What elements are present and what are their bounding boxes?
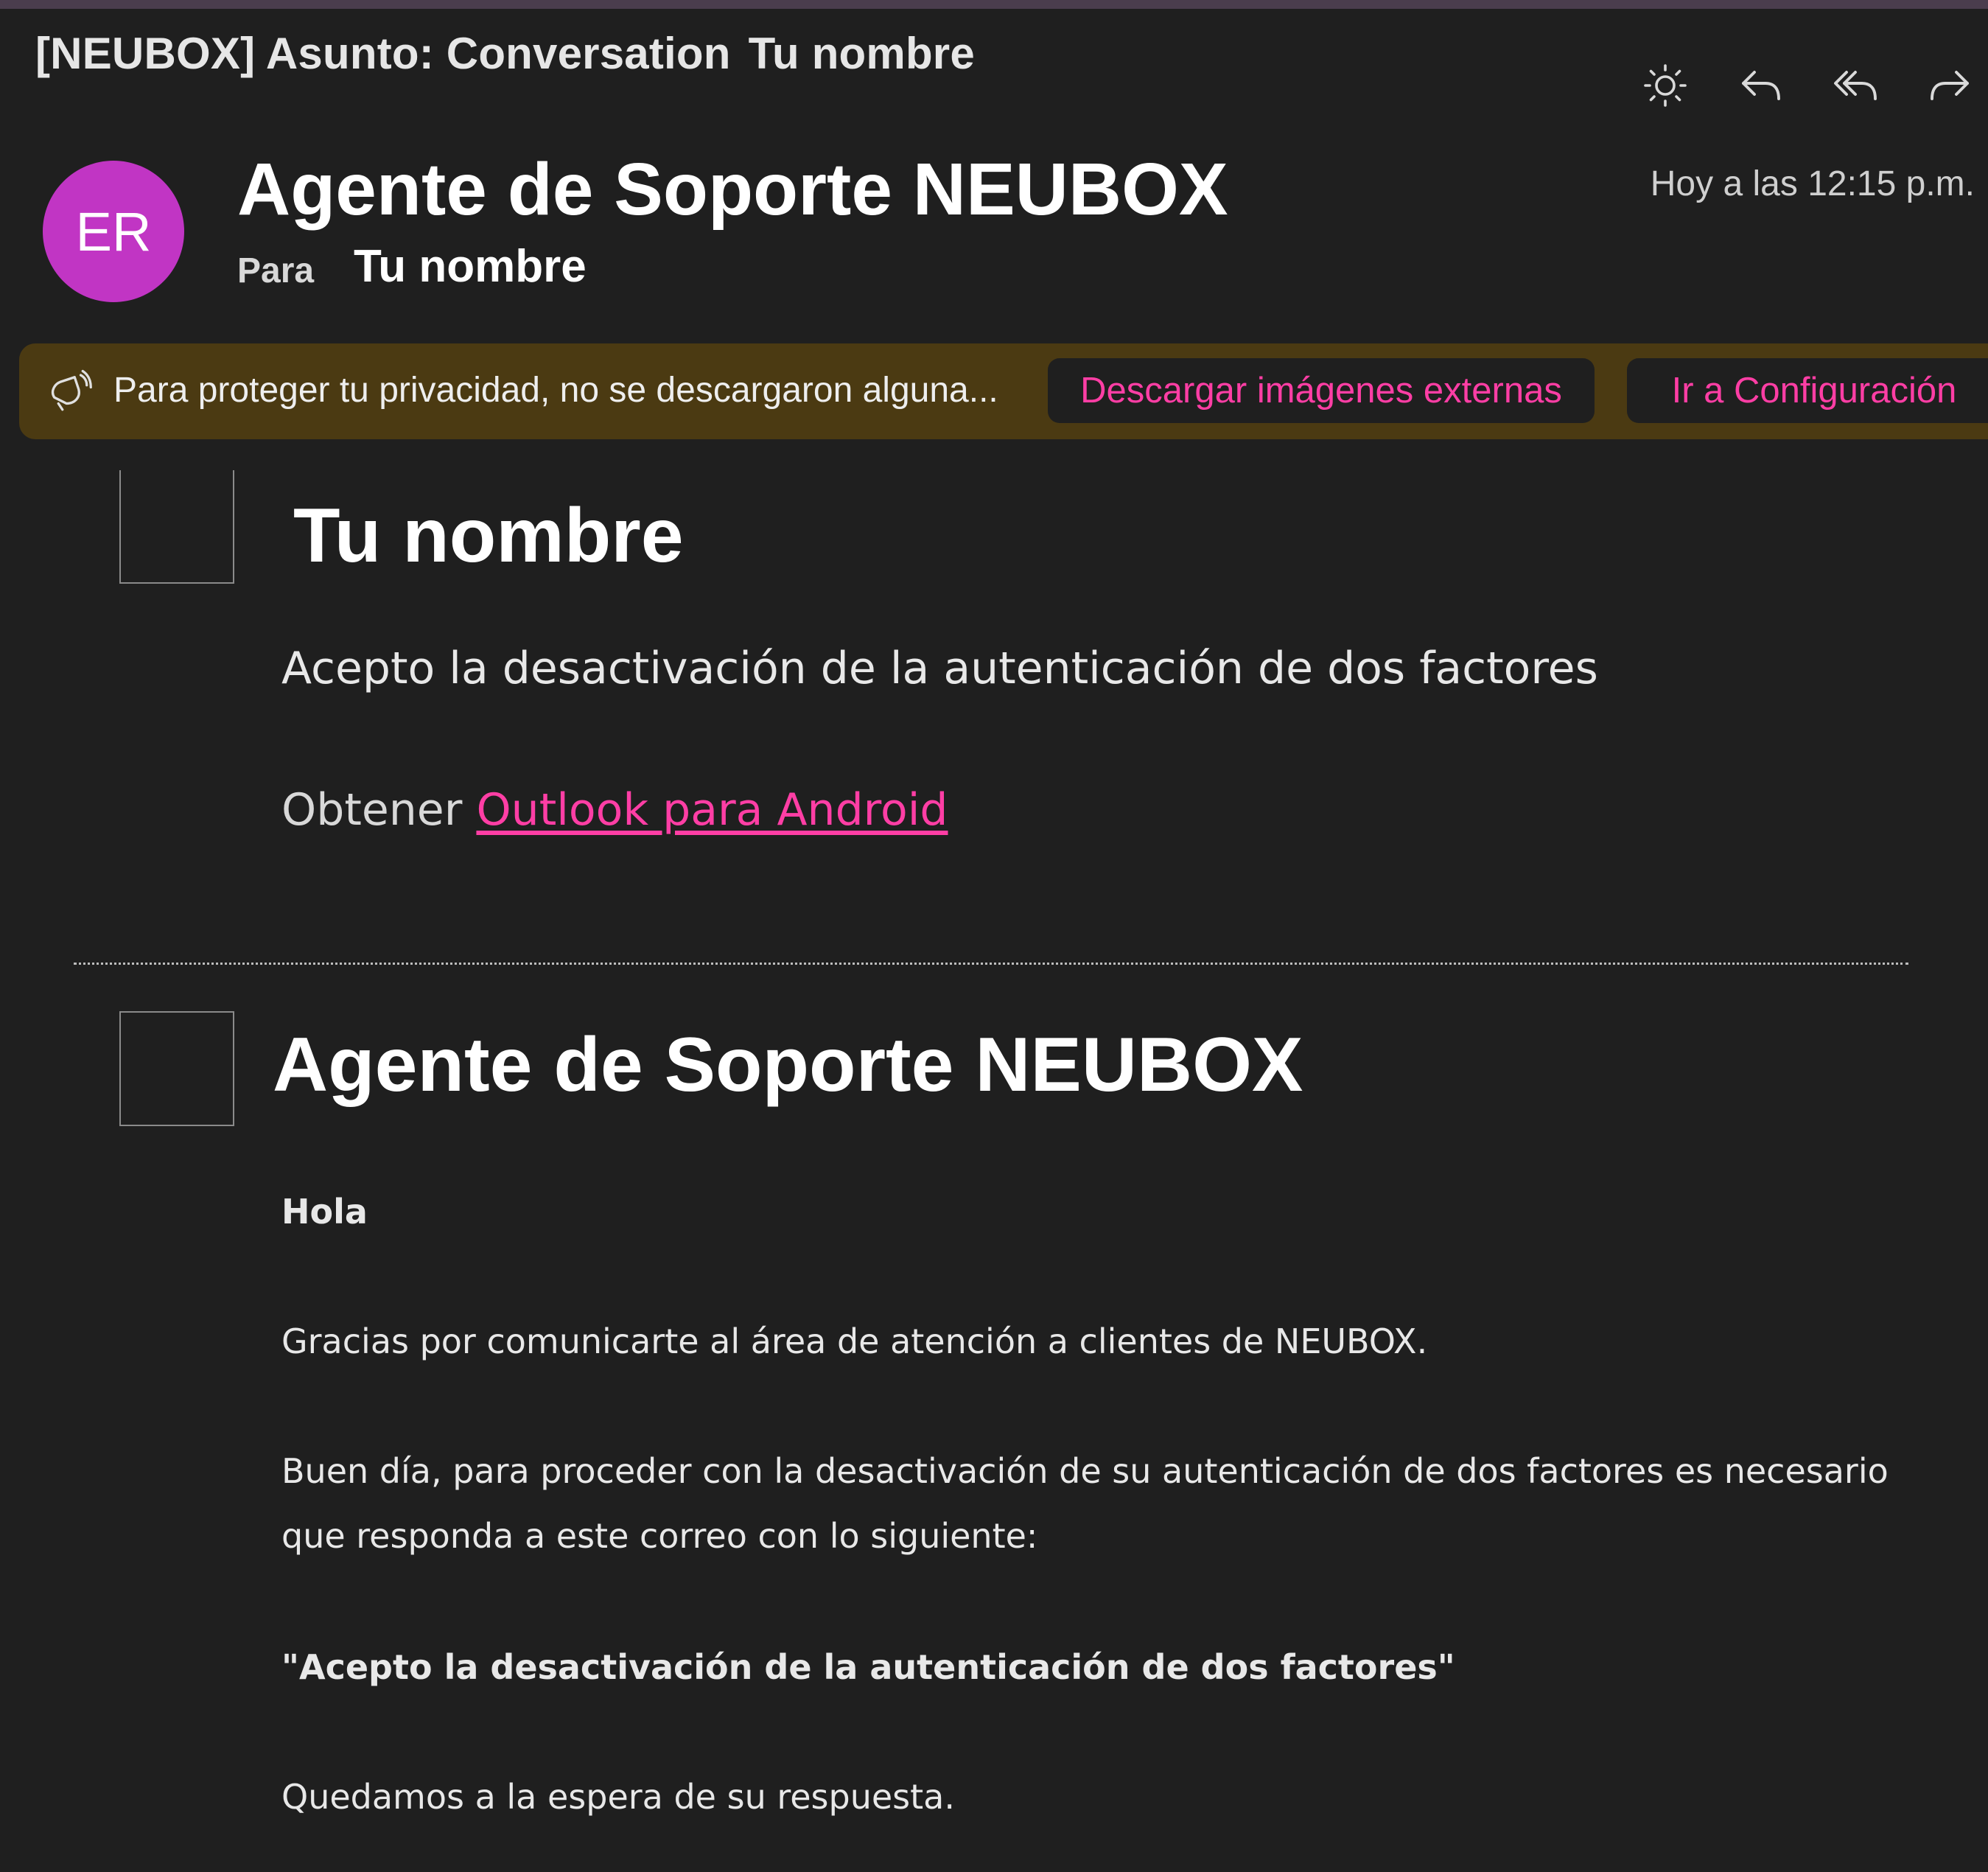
quoted-instructions-line2: que responda a este correo con lo siguie… [281, 1516, 1038, 1556]
window-top-bar [0, 0, 1988, 9]
email-subject: [NEUBOX] Asunto: Conversation Tu nombre [35, 28, 975, 79]
privacy-banner: Para proteger tu privacidad, no se desca… [19, 343, 1988, 439]
reply-heading-name: Tu nombre [293, 493, 684, 579]
sender-name[interactable]: Agente de Soporte NEUBOX [237, 147, 1228, 232]
privacy-shield-icon [44, 367, 93, 416]
message-date: Hoy a las 12:15 p.m. [1650, 164, 1975, 203]
reply-icon[interactable] [1732, 57, 1791, 113]
reply-all-icon[interactable] [1826, 57, 1885, 113]
signature-line: Obtener Outlook para Android [281, 784, 948, 836]
reply-text: Acepto la desactivación de la autenticac… [281, 643, 1598, 694]
quoted-closing: Quedamos a la espera de su respuesta. [281, 1777, 955, 1817]
subject-name: Tu nombre [748, 29, 975, 78]
signature-prefix: Obtener [281, 784, 463, 836]
quoted-required-phrase: "Acepto la desactivación de la autentica… [281, 1647, 1455, 1687]
quoted-thanks: Gracias por comunicarte al área de atenc… [281, 1321, 1428, 1361]
message-actions [1636, 57, 1982, 113]
quote-separator [74, 963, 1908, 965]
recipient-name[interactable]: Tu nombre [354, 240, 587, 293]
image-placeholder [119, 1011, 234, 1126]
outlook-android-link[interactable]: Outlook para Android [476, 784, 948, 836]
privacy-banner-text: Para proteger tu privacidad, no se desca… [113, 371, 998, 410]
forward-icon[interactable] [1920, 57, 1979, 113]
quoted-heading-name: Agente de Soporte NEUBOX [273, 1022, 1303, 1108]
go-to-settings-button[interactable]: Ir a Configuración [1627, 358, 1988, 423]
sun-icon[interactable] [1636, 57, 1695, 113]
download-images-button[interactable]: Descargar imágenes externas [1048, 358, 1595, 423]
quoted-greeting: Hola [281, 1192, 368, 1232]
image-placeholder [119, 470, 234, 584]
avatar-initials: ER [75, 200, 152, 262]
to-label: Para [237, 251, 315, 290]
subject-text: [NEUBOX] Asunto: Conversation [35, 29, 731, 78]
quoted-instructions-line1: Buen día, para proceder con la desactiva… [281, 1451, 1889, 1491]
avatar: ER [43, 161, 184, 302]
